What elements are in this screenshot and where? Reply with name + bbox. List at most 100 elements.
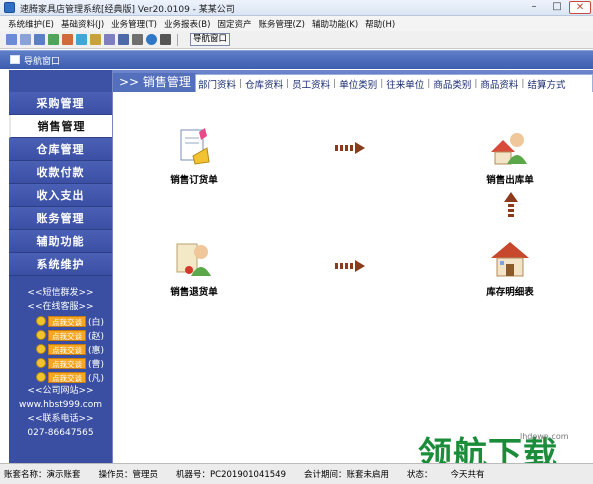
menu-reports[interactable]: 业务报表(B) xyxy=(164,18,210,30)
nav-window-header: 导航窗口 xyxy=(0,50,593,69)
website-link[interactable]: www.hbst999.com xyxy=(9,398,112,412)
chart-icon[interactable] xyxy=(48,34,59,45)
sidebar-item-income-expense[interactable]: 收入支出 xyxy=(9,184,112,207)
menu-help[interactable]: 帮助(H) xyxy=(365,18,395,30)
sales-outbound-label: 销售出库单 xyxy=(486,175,534,186)
qq-chat-button[interactable]: 点我交谈 xyxy=(48,357,86,369)
title-bar: 速腾家具店管理系统[经典版] Ver20.0109 - 某某公司 – □ ✕ xyxy=(0,0,593,16)
tab-row: >> 销售管理 部门资料 | 仓库资料 | 员工资料 | 单位类别 | 往来单位 | 商品… xyxy=(113,70,593,92)
arrow-up-icon xyxy=(504,192,518,222)
maximize-button[interactable]: □ xyxy=(546,1,568,14)
module-sales-return[interactable]: 销售退货单 xyxy=(149,238,239,298)
qq-icon xyxy=(36,316,46,326)
tools-icon[interactable] xyxy=(62,34,73,45)
menu-bar: 系统维护(E) 基础资料(J) 业务管理(T) 业务报表(B) 固定资产 账务管… xyxy=(0,16,593,31)
sidebar-item-warehouse[interactable]: 仓库管理 xyxy=(9,138,112,161)
toolbar-separator xyxy=(177,33,178,46)
nav-window-button[interactable]: 导航窗口 xyxy=(190,33,231,46)
qq-chat-button[interactable]: 点我交谈 xyxy=(48,371,86,383)
sidebar-item-auxiliary[interactable]: 辅助功能 xyxy=(9,230,112,253)
sidebar-item-purchase[interactable]: 采购管理 xyxy=(9,92,112,115)
link-employees[interactable]: 员工资料 xyxy=(292,77,330,91)
phone-number: 027-86647565 xyxy=(27,428,94,438)
tab-sales-management[interactable]: >> 销售管理 xyxy=(113,73,197,92)
sidebar: 采购管理 销售管理 仓库管理 收款付款 收入支出 账务管理 辅助功能 系统维护 … xyxy=(9,70,113,463)
exit-icon[interactable] xyxy=(160,34,171,45)
print-icon[interactable] xyxy=(132,34,143,45)
qq-contact[interactable]: 点我交谈 (凡) xyxy=(9,370,112,384)
link-settlement[interactable]: 结算方式 xyxy=(527,77,565,91)
qq-chat-button[interactable]: 点我交谈 xyxy=(48,329,86,341)
qq-contact[interactable]: 点我交谈 (赵) xyxy=(9,328,112,342)
link-product-categories[interactable]: 商品类别 xyxy=(433,77,471,91)
module-sales-outbound[interactable]: 销售出库单 xyxy=(465,126,555,186)
menu-business[interactable]: 业务管理(T) xyxy=(111,18,157,30)
qq-contact-name: (凡) xyxy=(88,373,105,384)
toolbar: 导航窗口 xyxy=(0,31,593,49)
menu-accounts[interactable]: 账务管理(Z) xyxy=(258,18,304,30)
module-sales-order[interactable]: 销售订货单 xyxy=(149,126,239,186)
qq-contact-name: (曹) xyxy=(88,359,105,370)
menu-system[interactable]: 系统维护(E) xyxy=(8,18,54,30)
quick-links: 部门资料 | 仓库资料 | 员工资料 | 单位类别 | 往来单位 | 商品类别 | 商品资料… xyxy=(195,74,593,92)
qq-icon xyxy=(36,330,46,340)
qq-contact[interactable]: 点我交谈 (曹) xyxy=(9,356,112,370)
stock-detail-label: 库存明细表 xyxy=(486,287,534,298)
qq-chat-button[interactable]: 点我交谈 xyxy=(48,315,86,327)
close-button[interactable]: ✕ xyxy=(569,1,591,14)
sales-return-icon xyxy=(173,238,215,280)
sales-outbound-icon xyxy=(489,126,531,168)
menu-fixed-assets[interactable]: 固定资产 xyxy=(217,18,251,30)
sidebar-item-payments[interactable]: 收款付款 xyxy=(9,161,112,184)
nav-window-label: 导航窗口 xyxy=(24,57,61,67)
website-label: <<公司网站>> xyxy=(27,386,94,396)
arrow-right-icon xyxy=(335,260,365,272)
app-icon xyxy=(4,2,15,13)
doc-icon[interactable] xyxy=(34,34,45,45)
qq-icon xyxy=(36,344,46,354)
qq-icon xyxy=(36,358,46,368)
qq-chat-button[interactable]: 点我交谈 xyxy=(48,343,86,355)
sms-link[interactable]: <<短信群发>> xyxy=(9,286,112,300)
watermark-url: lhdown.com xyxy=(520,432,569,441)
save-icon[interactable] xyxy=(118,34,129,45)
sidebar-item-accounts[interactable]: 账务管理 xyxy=(9,207,112,230)
help-icon[interactable] xyxy=(146,34,157,45)
window-icon xyxy=(10,55,20,64)
sidebar-top xyxy=(9,70,112,92)
list-icon[interactable] xyxy=(20,34,31,45)
link-products[interactable]: 商品资料 xyxy=(480,77,518,91)
key-icon[interactable] xyxy=(90,34,101,45)
new-icon[interactable] xyxy=(6,34,17,45)
status-bar: 账套名称：演示账套 操作员：管理员 机器号：PC201901041549 会计期… xyxy=(0,463,593,484)
qq-contact-name: (白) xyxy=(88,317,105,328)
status-period: 会计期间：账套未启用 xyxy=(304,470,390,480)
sidebar-item-system[interactable]: 系统维护 xyxy=(9,253,112,276)
sales-return-label: 销售退货单 xyxy=(170,287,218,298)
link-warehouses[interactable]: 仓库资料 xyxy=(245,77,283,91)
module-stock-detail[interactable]: 库存明细表 xyxy=(465,238,555,298)
sales-order-icon xyxy=(173,126,215,168)
link-partners[interactable]: 往来单位 xyxy=(386,77,424,91)
menu-basic-data[interactable]: 基础资料(J) xyxy=(61,18,104,30)
qq-contact[interactable]: 点我交谈 (惠) xyxy=(9,342,112,356)
qq-contact-name: (赵) xyxy=(88,331,105,342)
status-machine: 机器号：PC201901041549 xyxy=(176,470,286,480)
link-departments[interactable]: 部门资料 xyxy=(198,77,236,91)
user-icon[interactable] xyxy=(76,34,87,45)
window-title: 速腾家具店管理系统[经典版] Ver20.0109 - 某某公司 xyxy=(20,5,235,15)
online-service-link[interactable]: <<在线客服>> xyxy=(9,300,112,314)
qq-icon xyxy=(36,372,46,382)
qq-contact[interactable]: 点我交谈 (白) xyxy=(9,314,112,328)
minimize-button[interactable]: – xyxy=(523,1,545,14)
sidebar-item-sales[interactable]: 销售管理 xyxy=(9,115,112,138)
status-state: 状态： xyxy=(407,470,433,480)
calc-icon[interactable] xyxy=(104,34,115,45)
main-panel: >> 销售管理 部门资料 | 仓库资料 | 员工资料 | 单位类别 | 往来单位 | 商品… xyxy=(113,70,593,463)
arrow-right-icon xyxy=(335,142,365,154)
phone-label: <<联系电话>> xyxy=(27,414,94,424)
menu-auxiliary[interactable]: 辅助功能(K) xyxy=(312,18,358,30)
link-unit-categories[interactable]: 单位类别 xyxy=(339,77,377,91)
qq-contact-name: (惠) xyxy=(88,345,105,356)
status-account: 账套名称：演示账套 xyxy=(4,470,81,480)
